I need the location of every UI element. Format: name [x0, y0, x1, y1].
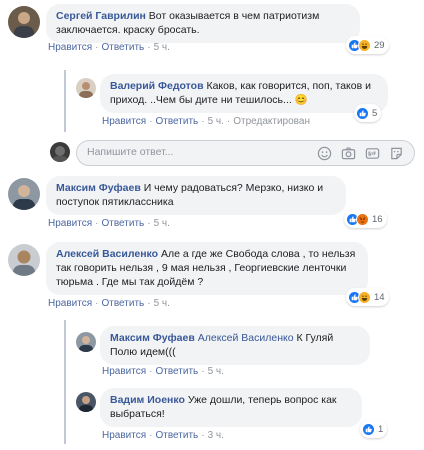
like-reaction-icon: [356, 106, 369, 120]
sticker-icon[interactable]: [389, 146, 404, 161]
comment-time[interactable]: 5 ч.: [154, 218, 170, 229]
comment-author[interactable]: Сергей Гаврилин: [56, 10, 146, 22]
comment-author[interactable]: Максим Фуфаев: [56, 182, 141, 194]
reaction-count: 1: [378, 423, 384, 435]
reply-link[interactable]: Ответить: [155, 430, 198, 441]
comment-actions: Нравится · Ответить · 5 ч.: [48, 218, 170, 229]
like-link[interactable]: Нравится: [48, 42, 92, 53]
current-user-avatar: [50, 142, 70, 162]
thread-line: [64, 320, 66, 444]
like-link[interactable]: Нравится: [102, 116, 146, 127]
like-link[interactable]: Нравится: [48, 218, 92, 229]
comment-time[interactable]: 3 ч.: [208, 430, 224, 441]
reactions-summary[interactable]: 5: [354, 104, 382, 122]
comment-time[interactable]: 5 ч.: [154, 42, 170, 53]
like-reaction-icon: [362, 422, 375, 436]
comment-bubble: Вадим Иоенко Уже дошли, теперь вопрос ка…: [100, 388, 362, 427]
like-link[interactable]: Нравится: [102, 366, 146, 377]
like-link[interactable]: Нравится: [48, 298, 92, 309]
comment-bubble: Валерий Федотов Каков, как говорится, по…: [100, 74, 388, 113]
comment-author[interactable]: Максим Фуфаев: [110, 332, 195, 344]
reactions-summary[interactable]: 16: [344, 210, 387, 228]
smile-emoji-icon: 😊: [294, 94, 308, 106]
reply-link[interactable]: Ответить: [101, 298, 144, 309]
haha-reaction-icon: [358, 38, 371, 52]
reply-input[interactable]: [87, 146, 307, 158]
reply-link[interactable]: Ответить: [101, 42, 144, 53]
reaction-count: 29: [374, 39, 385, 51]
reaction-count: 14: [374, 291, 385, 303]
camera-icon[interactable]: [341, 146, 356, 161]
reply-link[interactable]: Ответить: [101, 218, 144, 229]
avatar[interactable]: [76, 78, 96, 98]
like-link[interactable]: Нравится: [102, 430, 146, 441]
reply-link[interactable]: Ответить: [155, 366, 198, 377]
comment-author[interactable]: Алексей Василенко: [56, 248, 158, 260]
reply-box[interactable]: [76, 140, 415, 166]
comment-actions: Нравится · Ответить · 3 ч.: [102, 430, 224, 441]
thread-line: [64, 70, 66, 132]
comment-bubble: Алексей Василенко Але а где же Свобода с…: [46, 242, 368, 295]
reaction-count: 5: [372, 107, 378, 119]
mention-link[interactable]: Алексей Василенко: [198, 332, 294, 344]
reply-link[interactable]: Ответить: [155, 116, 198, 127]
comment-actions: Нравится · Ответить · 5 ч.: [48, 42, 170, 53]
reactions-summary[interactable]: 14: [346, 288, 389, 306]
avatar[interactable]: [8, 178, 40, 210]
comment-actions: Нравится · Ответить · 5 ч.: [48, 298, 170, 309]
gif-icon[interactable]: [365, 146, 380, 161]
reactions-summary[interactable]: 29: [346, 36, 389, 54]
reactions-summary[interactable]: 1: [360, 420, 388, 438]
comment-author[interactable]: Валерий Федотов: [110, 80, 204, 92]
avatar[interactable]: [76, 332, 96, 352]
comment-time[interactable]: 5 ч.: [208, 116, 224, 127]
comment-actions: Нравится · Ответить · 5 ч. · Отредактирован: [102, 116, 310, 127]
comment-bubble: Максим Фуфаев И чему радоваться? Мерзко,…: [46, 176, 346, 215]
haha-reaction-icon: [358, 290, 371, 304]
comment-actions: Нравится · Ответить · 5 ч.: [102, 366, 224, 377]
edited-label[interactable]: Отредактирован: [233, 116, 310, 127]
comment-author[interactable]: Вадим Иоенко: [110, 394, 185, 406]
reaction-count: 16: [372, 213, 383, 225]
comment-time[interactable]: 5 ч.: [154, 298, 170, 309]
comment-bubble: Максим Фуфаев Алексей Василенко К Гуляй …: [100, 326, 370, 365]
avatar[interactable]: [76, 392, 96, 412]
avatar[interactable]: [8, 6, 40, 38]
angry-reaction-icon: [356, 212, 369, 226]
comment-time[interactable]: 5 ч.: [208, 366, 224, 377]
comment-bubble: Сергей Гаврилин Вот оказывается в чем па…: [46, 4, 360, 43]
avatar[interactable]: [8, 244, 40, 276]
emoji-icon[interactable]: [317, 146, 332, 161]
